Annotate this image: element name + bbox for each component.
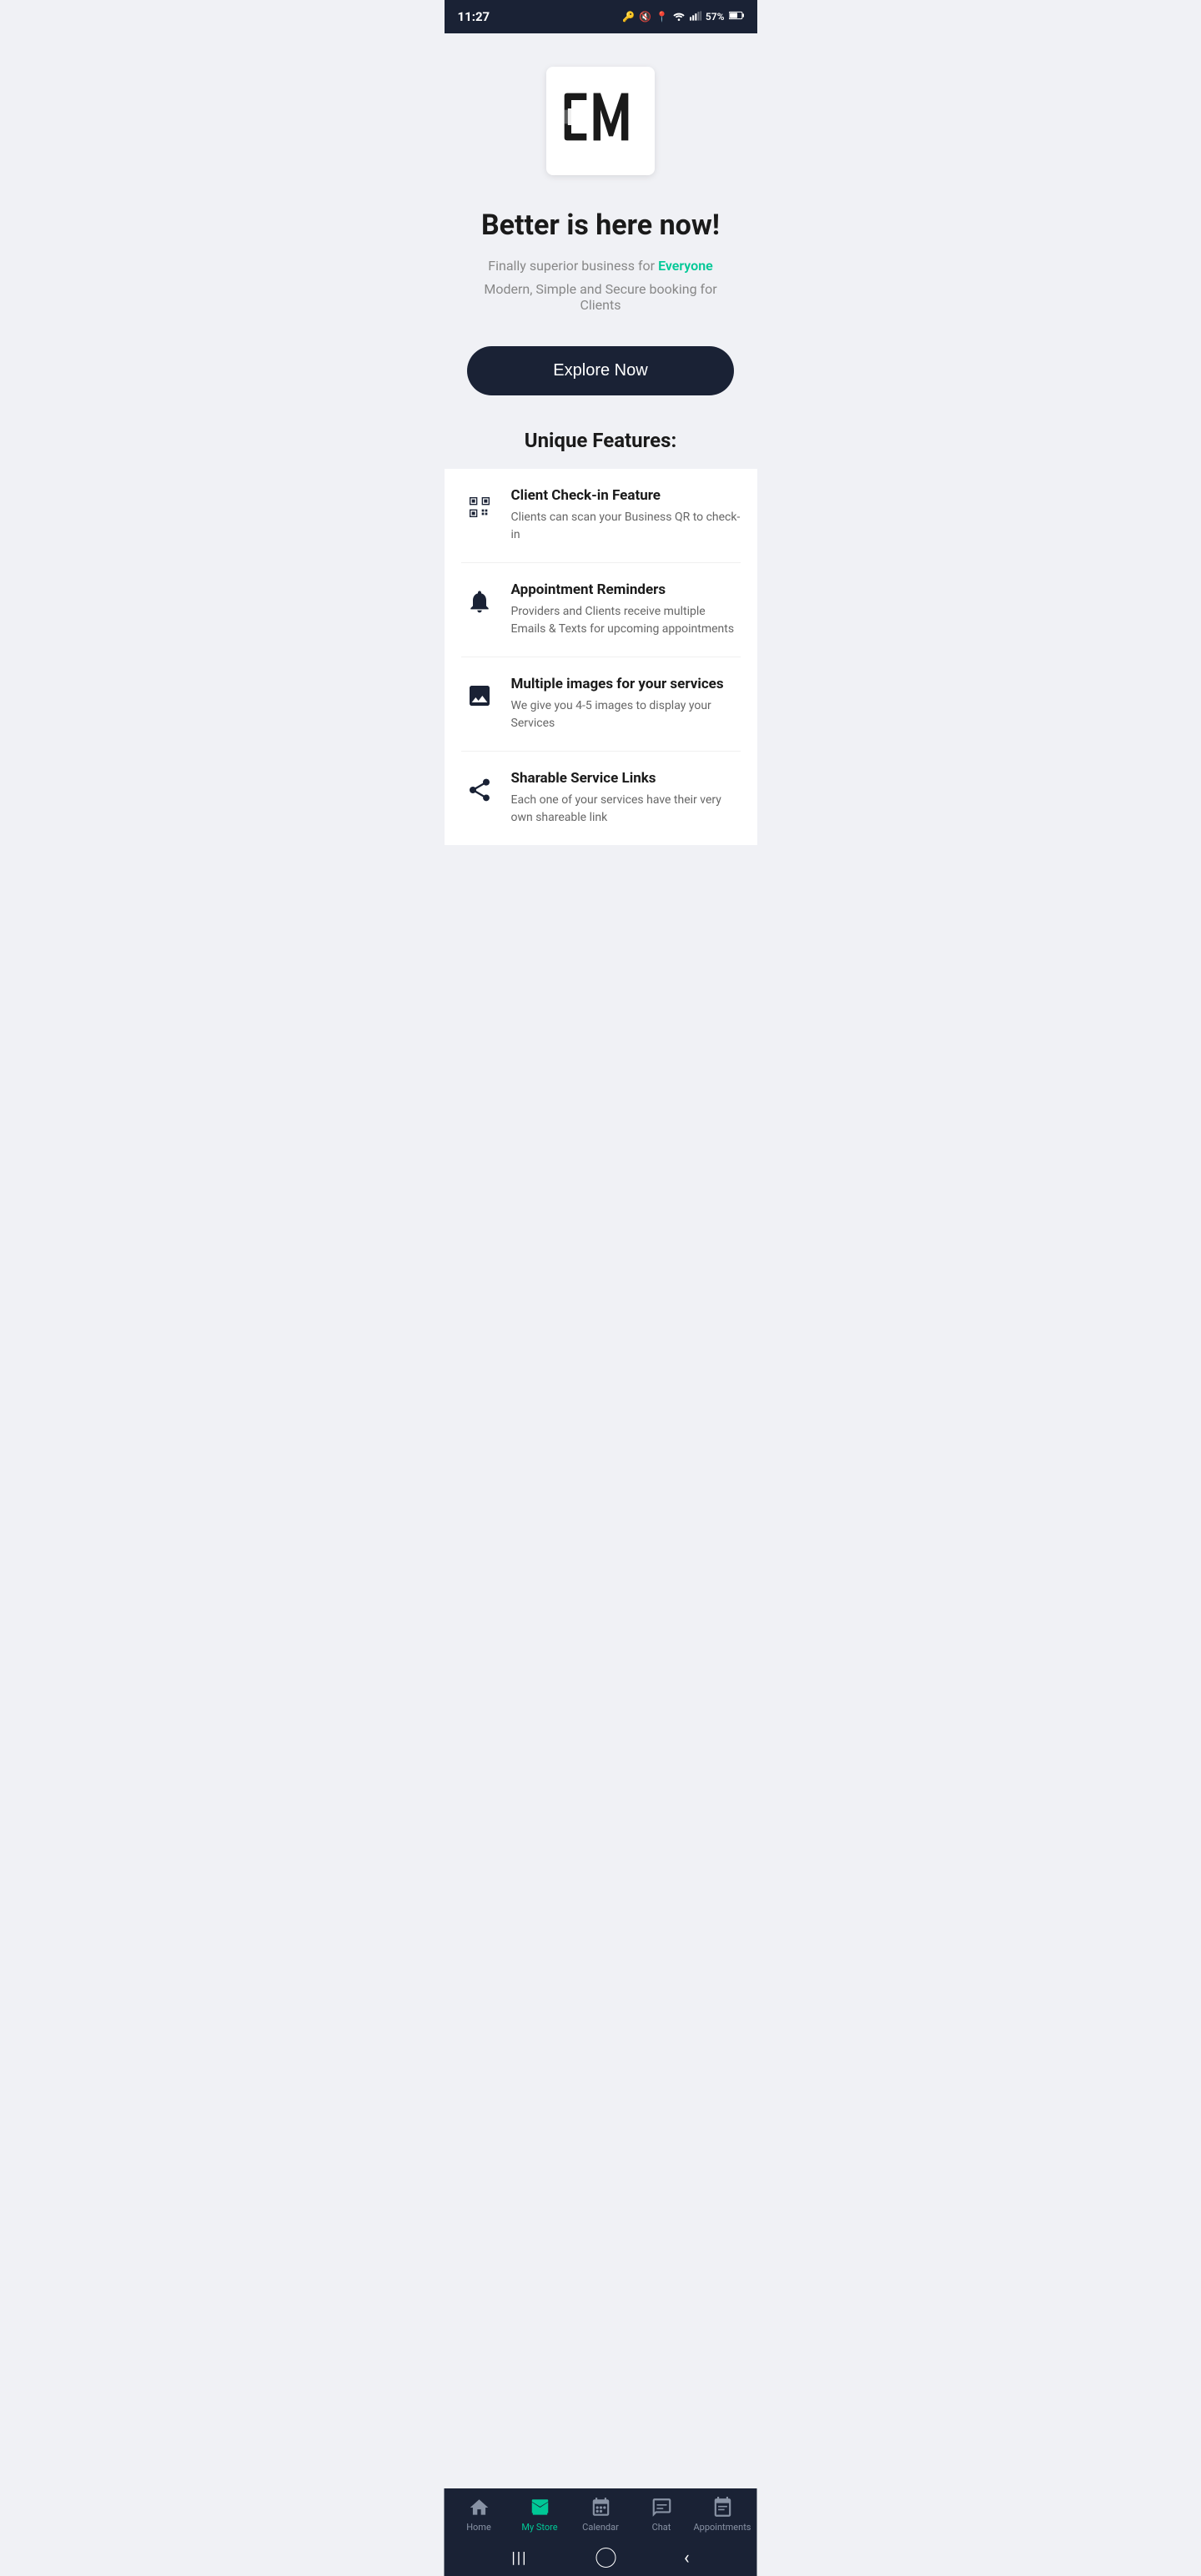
nav-label-mystore: My Store	[521, 2522, 557, 2533]
android-back-button[interactable]: ‹	[684, 2548, 690, 2568]
android-system-nav: ||| ‹	[445, 2539, 757, 2576]
feature-content-images: Multiple images for your services We giv…	[511, 676, 741, 732]
feature-title-links: Sharable Service Links	[511, 770, 741, 787]
battery-percentage: 57%	[706, 11, 725, 23]
store-icon	[529, 2497, 550, 2518]
qr-icon	[461, 489, 498, 526]
chat-icon	[651, 2497, 672, 2518]
logo-text	[559, 83, 642, 158]
feature-title-images: Multiple images for your services	[511, 676, 741, 692]
bottom-nav-bar: Home My Store Calendar	[445, 2488, 757, 2539]
image-icon	[461, 677, 498, 714]
feature-desc-links: Each one of your services have their ver…	[511, 792, 741, 827]
signal-icon	[690, 11, 701, 23]
nav-label-home: Home	[466, 2522, 491, 2533]
nav-item-appointments[interactable]: Appointments	[692, 2497, 753, 2533]
features-title: Unique Features:	[445, 429, 757, 452]
calendar-icon	[590, 2497, 611, 2518]
features-section: Unique Features: Client Check-in Feature…	[445, 420, 757, 845]
main-content: Better is here now! Finally superior bus…	[445, 33, 757, 912]
feature-content-links: Sharable Service Links Each one of your …	[511, 770, 741, 827]
share-icon	[461, 772, 498, 808]
feature-content-reminders: Appointment Reminders Providers and Clie…	[511, 581, 741, 638]
logo-section	[445, 33, 757, 192]
feature-item-links: Sharable Service Links Each one of your …	[461, 752, 741, 845]
nav-item-home[interactable]: Home	[449, 2497, 510, 2533]
hero-subtitle: Finally superior business for Everyone	[470, 256, 732, 276]
hero-subtitle-prefix: Finally superior business for	[488, 258, 658, 274]
nav-label-chat: Chat	[652, 2522, 671, 2533]
android-home-button[interactable]	[595, 2548, 616, 2568]
explore-now-button[interactable]: Explore Now	[467, 346, 734, 395]
cta-section: Explore Now	[445, 321, 757, 420]
hero-section: Better is here now! Finally superior bus…	[445, 192, 757, 321]
status-time: 11:27	[458, 9, 490, 24]
android-recents-button[interactable]: |||	[511, 2549, 527, 2567]
nav-item-chat[interactable]: Chat	[631, 2497, 692, 2533]
location-icon: 📍	[656, 11, 668, 23]
nav-label-calendar: Calendar	[582, 2522, 619, 2533]
appointments-icon	[711, 2497, 733, 2518]
bell-icon	[461, 583, 498, 620]
status-bar: 11:27 🔑 🔇 📍 57%	[445, 0, 757, 33]
logo-box	[546, 67, 655, 175]
feature-desc-reminders: Providers and Clients receive multiple E…	[511, 603, 741, 638]
feature-item-images: Multiple images for your services We giv…	[461, 657, 741, 752]
feature-title-reminders: Appointment Reminders	[511, 581, 741, 598]
hero-description: Modern, Simple and Secure booking for Cl…	[470, 281, 732, 313]
key-icon: 🔑	[622, 11, 635, 23]
nav-item-mystore[interactable]: My Store	[510, 2497, 570, 2533]
home-icon	[468, 2497, 490, 2518]
wifi-icon	[672, 11, 686, 23]
feature-item-checkin: Client Check-in Feature Clients can scan…	[461, 469, 741, 563]
feature-item-reminders: Appointment Reminders Providers and Clie…	[461, 563, 741, 657]
bottom-navigation-wrapper: Home My Store Calendar	[445, 2488, 757, 2576]
status-icons: 🔑 🔇 📍 57%	[622, 11, 743, 23]
hero-subtitle-highlight: Everyone	[658, 258, 713, 274]
nav-label-appointments: Appointments	[694, 2522, 751, 2533]
nav-item-calendar[interactable]: Calendar	[570, 2497, 631, 2533]
hero-title: Better is here now!	[470, 209, 732, 243]
feature-desc-checkin: Clients can scan your Business QR to che…	[511, 509, 741, 544]
features-card: Client Check-in Feature Clients can scan…	[445, 469, 757, 845]
feature-title-checkin: Client Check-in Feature	[511, 487, 741, 504]
battery-icon	[729, 11, 744, 23]
mute-icon: 🔇	[639, 11, 651, 23]
feature-desc-images: We give you 4-5 images to display your S…	[511, 697, 741, 732]
feature-content-checkin: Client Check-in Feature Clients can scan…	[511, 487, 741, 544]
